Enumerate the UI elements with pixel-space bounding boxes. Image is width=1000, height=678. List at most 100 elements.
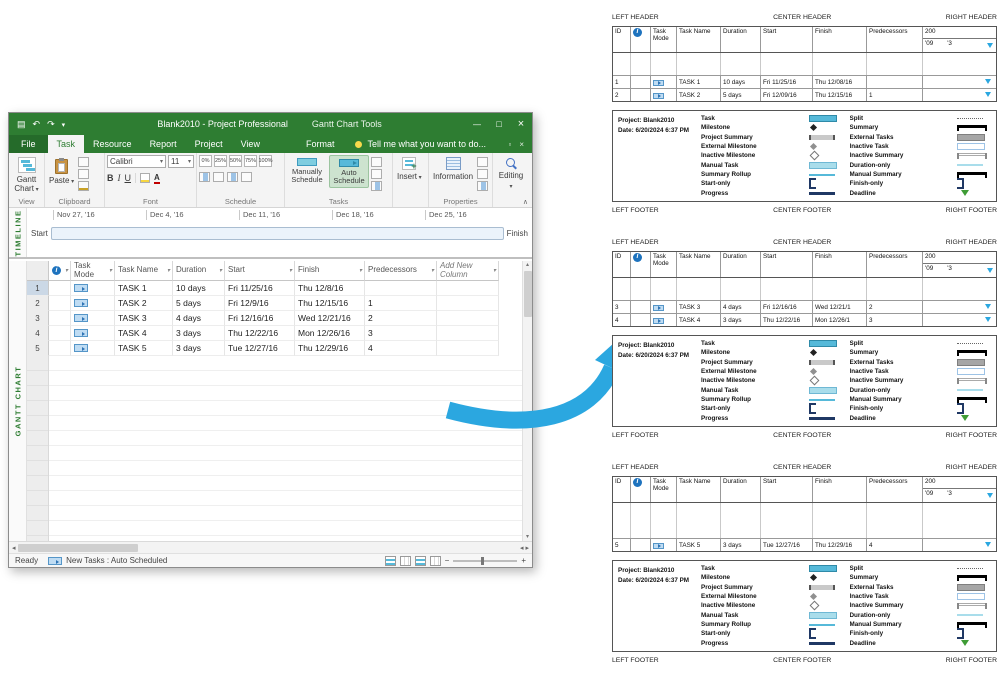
- scroll-right-icon[interactable]: [525, 544, 529, 552]
- font-color-button[interactable]: [154, 173, 160, 184]
- task-mode-cell[interactable]: [71, 341, 115, 356]
- mark-75-percent-button[interactable]: 75%: [244, 155, 257, 167]
- finish-cell[interactable]: Thu 12/8/16: [295, 281, 365, 296]
- gantt-chart-view-icon[interactable]: [385, 556, 396, 566]
- font-name-combo[interactable]: Calibri: [107, 155, 166, 168]
- close-button[interactable]: [510, 113, 532, 136]
- task-mode-cell[interactable]: [71, 326, 115, 341]
- underline-button[interactable]: U: [125, 173, 132, 184]
- start-cell[interactable]: Fri 12/16/16: [225, 311, 295, 326]
- font-size-combo[interactable]: 11: [168, 155, 194, 168]
- task-row[interactable]: 4TASK 43 daysThu 12/22/16Mon 12/26/163: [27, 326, 499, 341]
- zoom-slider-thumb[interactable]: [481, 557, 484, 565]
- task-mode-cell[interactable]: [71, 311, 115, 326]
- row-number-cell[interactable]: 3: [27, 311, 49, 326]
- info-cell[interactable]: [49, 311, 71, 326]
- finish-cell[interactable]: Wed 12/21/16: [295, 311, 365, 326]
- zoom-out-icon[interactable]: [445, 556, 450, 565]
- split-task-icon[interactable]: [227, 172, 238, 182]
- info-column-header[interactable]: [49, 261, 71, 281]
- task-name-cell[interactable]: TASK 5: [115, 341, 173, 356]
- cut-icon[interactable]: [78, 157, 89, 167]
- format-painter-icon[interactable]: [78, 181, 89, 191]
- start-cell[interactable]: Fri 11/25/16: [225, 281, 295, 296]
- maximize-button[interactable]: [488, 113, 510, 136]
- row-number-cell[interactable]: 4: [27, 326, 49, 341]
- tab-project[interactable]: Project: [186, 135, 232, 153]
- background-color-button[interactable]: [140, 173, 150, 183]
- duration-cell[interactable]: 5 days: [173, 296, 225, 311]
- italic-button[interactable]: I: [118, 173, 121, 184]
- row-number-cell[interactable]: 1: [27, 281, 49, 296]
- info-cell[interactable]: [49, 341, 71, 356]
- undo-icon[interactable]: [33, 120, 41, 129]
- duration-cell[interactable]: 3 days: [173, 326, 225, 341]
- mark-50-percent-button[interactable]: 50%: [229, 155, 242, 167]
- predecessors-cell[interactable]: 2: [365, 311, 437, 326]
- select-all-corner[interactable]: [27, 261, 49, 281]
- scroll-up-icon[interactable]: [526, 261, 529, 269]
- tell-me-box[interactable]: Tell me what you want to do...: [355, 135, 486, 153]
- horizontal-scroll-thumb[interactable]: [18, 544, 138, 552]
- add-to-timeline-icon[interactable]: [477, 181, 488, 191]
- gantt-side-strip[interactable]: GANTT CHART: [9, 261, 27, 541]
- bold-button[interactable]: B: [107, 173, 114, 184]
- mark-25-percent-button[interactable]: 25%: [214, 155, 227, 167]
- duration-cell[interactable]: 4 days: [173, 311, 225, 326]
- task-usage-view-icon[interactable]: [400, 556, 411, 566]
- finish-cell[interactable]: Thu 12/29/16: [295, 341, 365, 356]
- scroll-left-icon[interactable]: [520, 544, 524, 552]
- move-task-icon[interactable]: [371, 169, 382, 179]
- duration-cell[interactable]: 3 days: [173, 341, 225, 356]
- zoom-in-icon[interactable]: [521, 556, 526, 565]
- task-name-cell[interactable]: TASK 2: [115, 296, 173, 311]
- tab-task[interactable]: Task: [48, 135, 85, 153]
- tab-format[interactable]: Format: [297, 135, 344, 153]
- row-number-cell[interactable]: 2: [27, 296, 49, 311]
- task-name-cell[interactable]: TASK 4: [115, 326, 173, 341]
- finish-cell[interactable]: Thu 12/15/16: [295, 296, 365, 311]
- task-name-cell[interactable]: TASK 1: [115, 281, 173, 296]
- inactivate-icon[interactable]: [241, 172, 252, 182]
- details-icon[interactable]: [477, 169, 488, 179]
- horizontal-scrollbar[interactable]: [9, 541, 532, 553]
- manually-schedule-button[interactable]: Manually Schedule: [287, 155, 327, 186]
- copy-icon[interactable]: [78, 169, 89, 179]
- collapse-ribbon-icon[interactable]: [523, 198, 528, 206]
- customize-qat-icon[interactable]: [62, 120, 66, 129]
- add-new-column-header[interactable]: Add New Column: [437, 261, 499, 281]
- task-mode-header[interactable]: Task Mode: [71, 261, 115, 281]
- task-mode-icon[interactable]: [371, 181, 382, 191]
- restore-window-icon[interactable]: [508, 140, 511, 149]
- mark-100-percent-button[interactable]: 100%: [259, 155, 272, 167]
- new-tasks-mode-button[interactable]: New Tasks : Auto Scheduled: [48, 556, 167, 565]
- scroll-left-icon[interactable]: [12, 544, 16, 552]
- zoom-slider[interactable]: [453, 560, 517, 562]
- task-row[interactable]: 5TASK 53 daysTue 12/27/16Thu 12/29/164: [27, 341, 499, 356]
- unlink-tasks-icon[interactable]: [213, 172, 224, 182]
- tab-file[interactable]: File: [9, 135, 48, 153]
- tab-view[interactable]: View: [232, 135, 269, 153]
- row-number-cell[interactable]: 5: [27, 341, 49, 356]
- finish-header[interactable]: Finish: [295, 261, 365, 281]
- task-row[interactable]: 1 TASK 110 daysFri 11/25/16Thu 12/8/16: [27, 281, 499, 296]
- start-cell[interactable]: Thu 12/22/16: [225, 326, 295, 341]
- task-row[interactable]: 2 TASK 25 daysFri 12/9/16Thu 12/15/161: [27, 296, 499, 311]
- predecessors-cell[interactable]: 4: [365, 341, 437, 356]
- duration-cell[interactable]: 10 days: [173, 281, 225, 296]
- info-cell[interactable]: [49, 281, 71, 296]
- duration-header[interactable]: Duration: [173, 261, 225, 281]
- save-icon[interactable]: [17, 120, 26, 129]
- insert-task-button[interactable]: Insert: [395, 155, 424, 182]
- auto-schedule-button[interactable]: Auto Schedule: [329, 155, 369, 188]
- notes-icon[interactable]: [477, 157, 488, 167]
- mark-0-percent-button[interactable]: 0%: [199, 155, 212, 167]
- start-cell[interactable]: Fri 12/9/16: [225, 296, 295, 311]
- scroll-down-icon[interactable]: [526, 533, 529, 541]
- editing-button[interactable]: Editing: [495, 155, 527, 191]
- start-header[interactable]: Start: [225, 261, 295, 281]
- information-button[interactable]: Information: [431, 155, 475, 181]
- task-row[interactable]: 3TASK 34 daysFri 12/16/16Wed 12/21/162: [27, 311, 499, 326]
- predecessors-cell[interactable]: 1: [365, 296, 437, 311]
- info-cell[interactable]: [49, 296, 71, 311]
